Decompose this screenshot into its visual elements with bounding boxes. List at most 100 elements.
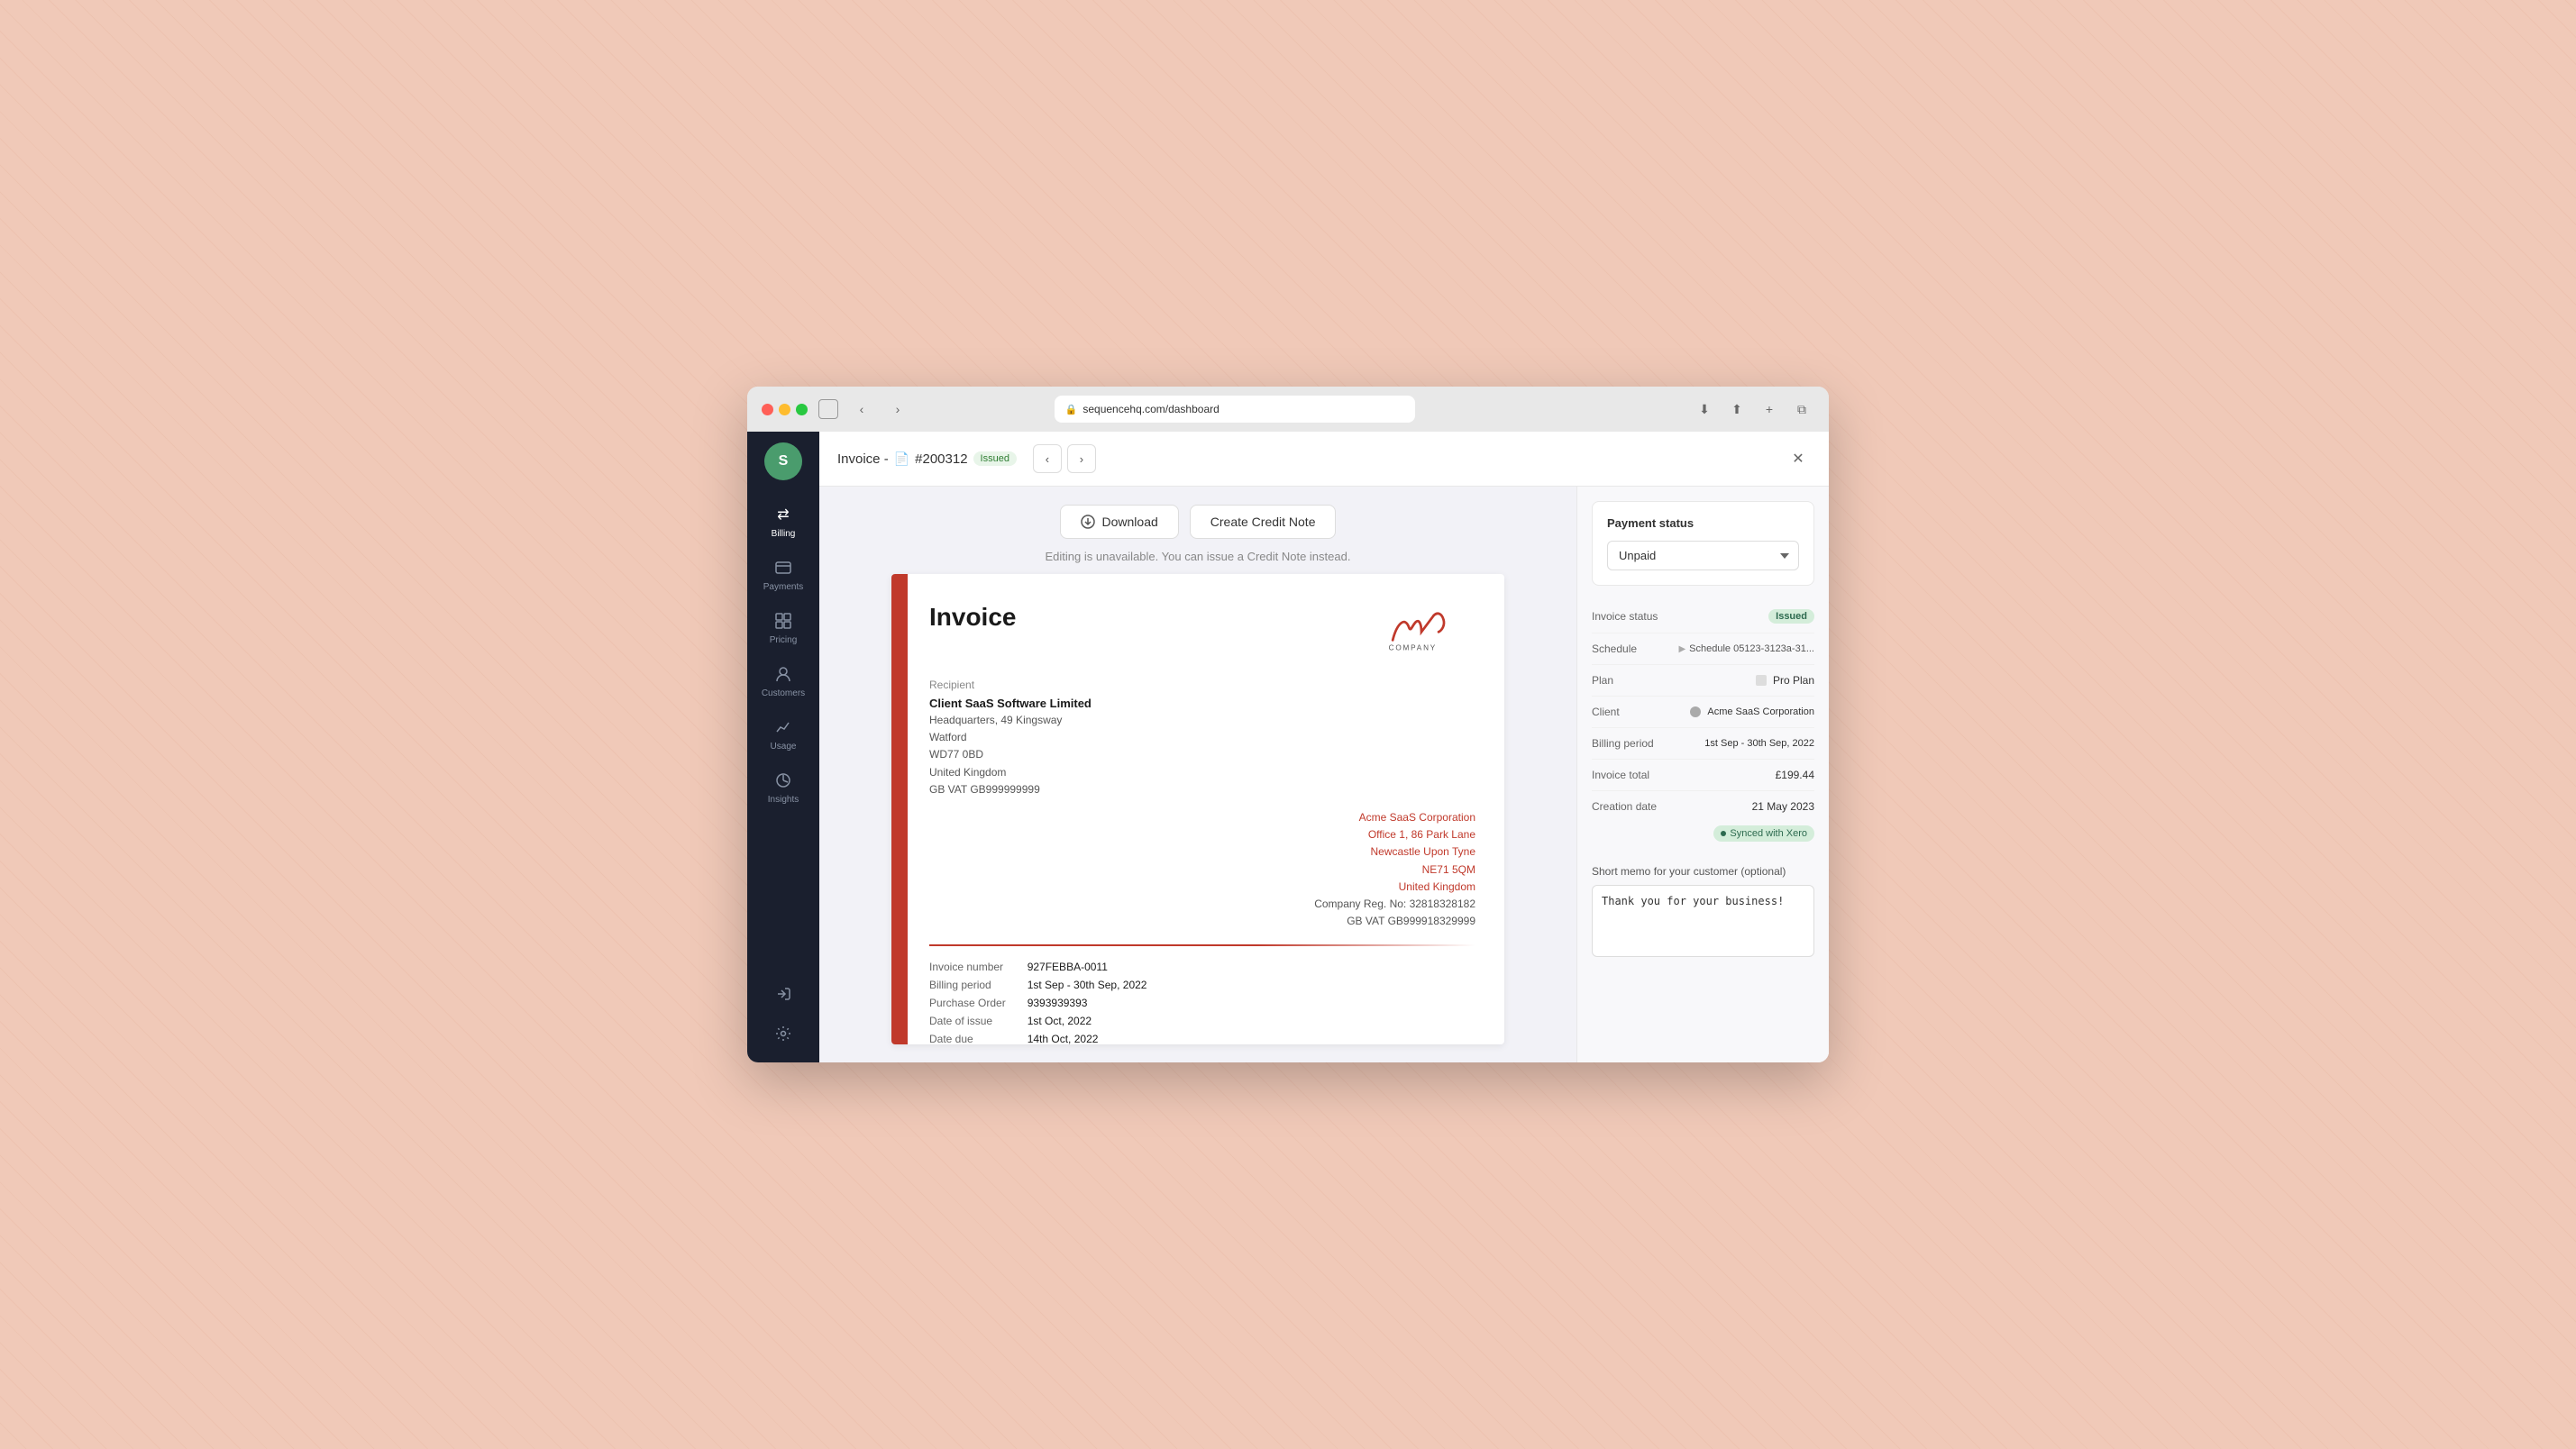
nav-arrows: ‹ › xyxy=(1033,444,1096,473)
sidebar-item-pricing[interactable]: Pricing xyxy=(747,601,819,654)
sidebar-item-usage[interactable]: Usage xyxy=(747,707,819,761)
browser-back-btn[interactable]: ‹ xyxy=(849,396,874,422)
billing-period-label: Billing period xyxy=(1592,737,1654,750)
invoice-status-label: Invoice status xyxy=(1592,610,1658,623)
sidebar-label-pricing: Pricing xyxy=(770,635,798,645)
browser-download-btn[interactable]: ⬇ xyxy=(1692,396,1717,422)
content-area: Download Create Credit Note Editing is u… xyxy=(819,487,1829,1062)
browser-tabs-btn[interactable]: ⧉ xyxy=(1789,396,1814,422)
detail-row-plan: Plan Pro Plan xyxy=(1592,665,1814,697)
sidebar-item-payments[interactable]: Payments xyxy=(747,548,819,601)
detail-row-billing-period: Billing period 1st Sep - 30th Sep, 2022 xyxy=(1592,728,1814,760)
synced-dot xyxy=(1721,831,1726,836)
customers-icon xyxy=(772,663,794,685)
client-label: Client xyxy=(1592,706,1620,718)
prev-invoice-btn[interactable]: ‹ xyxy=(1033,444,1062,473)
invoice-title: Invoice - 📄 #200312 Issued xyxy=(837,451,1017,467)
sidebar-toggle-btn[interactable] xyxy=(818,399,838,419)
next-invoice-btn[interactable]: › xyxy=(1067,444,1096,473)
lock-icon: 🔒 xyxy=(1065,404,1078,415)
invoice-file-icon: 📄 xyxy=(894,451,909,467)
invoice-fields: Invoice number 927FEBBA-0011 Billing per… xyxy=(929,961,1475,1044)
browser-share-btn[interactable]: ⬆ xyxy=(1724,396,1749,422)
recipient-address: Headquarters, 49 Kingsway Watford WD77 0… xyxy=(929,712,1475,798)
sidebar-label-billing: Billing xyxy=(772,529,796,539)
avatar[interactable]: S xyxy=(764,442,802,480)
field-label-due: Date due xyxy=(929,1033,1006,1044)
sidebar-label-payments: Payments xyxy=(763,582,803,592)
download-icon xyxy=(1081,515,1095,529)
synced-badge: Synced with Xero xyxy=(1713,825,1814,842)
sidebar: S ⇄ Billing Payments xyxy=(747,432,819,1062)
sidebar-label-customers: Customers xyxy=(762,688,805,698)
recipient-section: Recipient Client SaaS Software Limited H… xyxy=(929,679,1475,798)
traffic-light-red[interactable] xyxy=(762,404,773,415)
detail-row-invoice-total: Invoice total £199.44 xyxy=(1592,760,1814,791)
url-text: sequencehq.com/dashboard xyxy=(1082,403,1219,415)
plan-icon xyxy=(1756,675,1767,686)
invoice-issued-badge: Issued xyxy=(973,451,1017,466)
field-label-issue: Date of issue xyxy=(929,1015,1006,1027)
insights-icon xyxy=(772,770,794,791)
settings-btn[interactable] xyxy=(765,1016,801,1052)
browser-chrome: ‹ › 🔒 sequencehq.com/dashboard ⬇ ⬆ + ⧉ xyxy=(747,387,1829,432)
invoice-document: Invoice COMPANY xyxy=(891,574,1504,1044)
details-section: Invoice status Issued Schedule ▶ Schedul… xyxy=(1592,600,1814,851)
invoice-total-value: £199.44 xyxy=(1776,769,1814,781)
browser-forward-btn[interactable]: › xyxy=(885,396,910,422)
sidebar-item-customers[interactable]: Customers xyxy=(747,654,819,707)
invoice-doc-header: Invoice COMPANY xyxy=(929,603,1475,657)
payment-status-title: Payment status xyxy=(1607,516,1799,530)
invoice-status-badge: Issued xyxy=(1768,609,1814,624)
usage-icon xyxy=(772,716,794,738)
sidebar-label-insights: Insights xyxy=(768,795,799,805)
plan-label: Plan xyxy=(1592,674,1613,687)
field-value-due: 14th Oct, 2022 xyxy=(1028,1033,1475,1044)
field-value-number: 927FEBBA-0011 xyxy=(1028,961,1475,973)
payments-icon xyxy=(772,557,794,579)
memo-textarea[interactable] xyxy=(1592,885,1814,957)
field-value-billing: 1st Sep - 30th Sep, 2022 xyxy=(1028,979,1475,991)
sidebar-item-insights[interactable]: Insights xyxy=(747,761,819,814)
edit-notice: Editing is unavailable. You can issue a … xyxy=(1046,550,1351,563)
memo-title: Short memo for your customer (optional) xyxy=(1592,865,1814,878)
field-label-number: Invoice number xyxy=(929,961,1006,973)
right-panel: Payment status UnpaidPaidOverdue Invoice… xyxy=(1576,487,1829,1062)
client-value: Acme SaaS Corporation xyxy=(1690,706,1814,717)
invoice-doc-title-area: Invoice xyxy=(929,603,1016,632)
client-avatar-icon xyxy=(1690,706,1701,717)
app: S ⇄ Billing Payments xyxy=(747,432,1829,1062)
company-logo: COMPANY xyxy=(1367,603,1475,657)
invoice-accent-bar xyxy=(891,574,908,1044)
payment-status-card: Payment status UnpaidPaidOverdue xyxy=(1592,501,1814,586)
create-credit-note-button[interactable]: Create Credit Note xyxy=(1190,505,1337,539)
schedule-label: Schedule xyxy=(1592,642,1637,655)
field-label-billing: Billing period xyxy=(929,979,1006,991)
field-label-po: Purchase Order xyxy=(929,997,1006,1009)
invoice-panel: Download Create Credit Note Editing is u… xyxy=(819,487,1576,1062)
payment-status-select[interactable]: UnpaidPaidOverdue xyxy=(1607,541,1799,570)
close-btn[interactable]: ✕ xyxy=(1786,446,1811,471)
traffic-light-yellow[interactable] xyxy=(779,404,790,415)
plan-value: Pro Plan xyxy=(1756,674,1814,687)
download-button[interactable]: Download xyxy=(1060,505,1179,539)
url-bar[interactable]: 🔒 sequencehq.com/dashboard xyxy=(1055,396,1415,423)
billing-icon: ⇄ xyxy=(772,504,794,525)
browser-new-tab-btn[interactable]: + xyxy=(1757,396,1782,422)
detail-row-schedule: Schedule ▶ Schedule 05123-3123a-31... xyxy=(1592,633,1814,665)
traffic-light-green[interactable] xyxy=(796,404,808,415)
detail-row-invoice-status: Invoice status Issued xyxy=(1592,600,1814,633)
memo-section: Short memo for your customer (optional) xyxy=(1592,865,1814,961)
browser-window: ‹ › 🔒 sequencehq.com/dashboard ⬇ ⬆ + ⧉ S… xyxy=(747,387,1829,1062)
invoice-status-value: Issued xyxy=(1768,609,1814,624)
browser-action-buttons: ⬇ ⬆ + ⧉ xyxy=(1692,396,1814,422)
detail-row-client: Client Acme SaaS Corporation xyxy=(1592,697,1814,728)
sidebar-bottom xyxy=(765,976,801,1052)
invoice-doc-title: Invoice xyxy=(929,603,1016,632)
sidebar-item-billing[interactable]: ⇄ Billing xyxy=(747,495,819,548)
creation-date-value: 21 May 2023 xyxy=(1752,800,1814,813)
invoice-total-label: Invoice total xyxy=(1592,769,1649,781)
action-buttons: Download Create Credit Note xyxy=(1060,505,1337,539)
schedule-icon: ▶ xyxy=(1678,644,1685,654)
logout-btn[interactable] xyxy=(765,976,801,1012)
